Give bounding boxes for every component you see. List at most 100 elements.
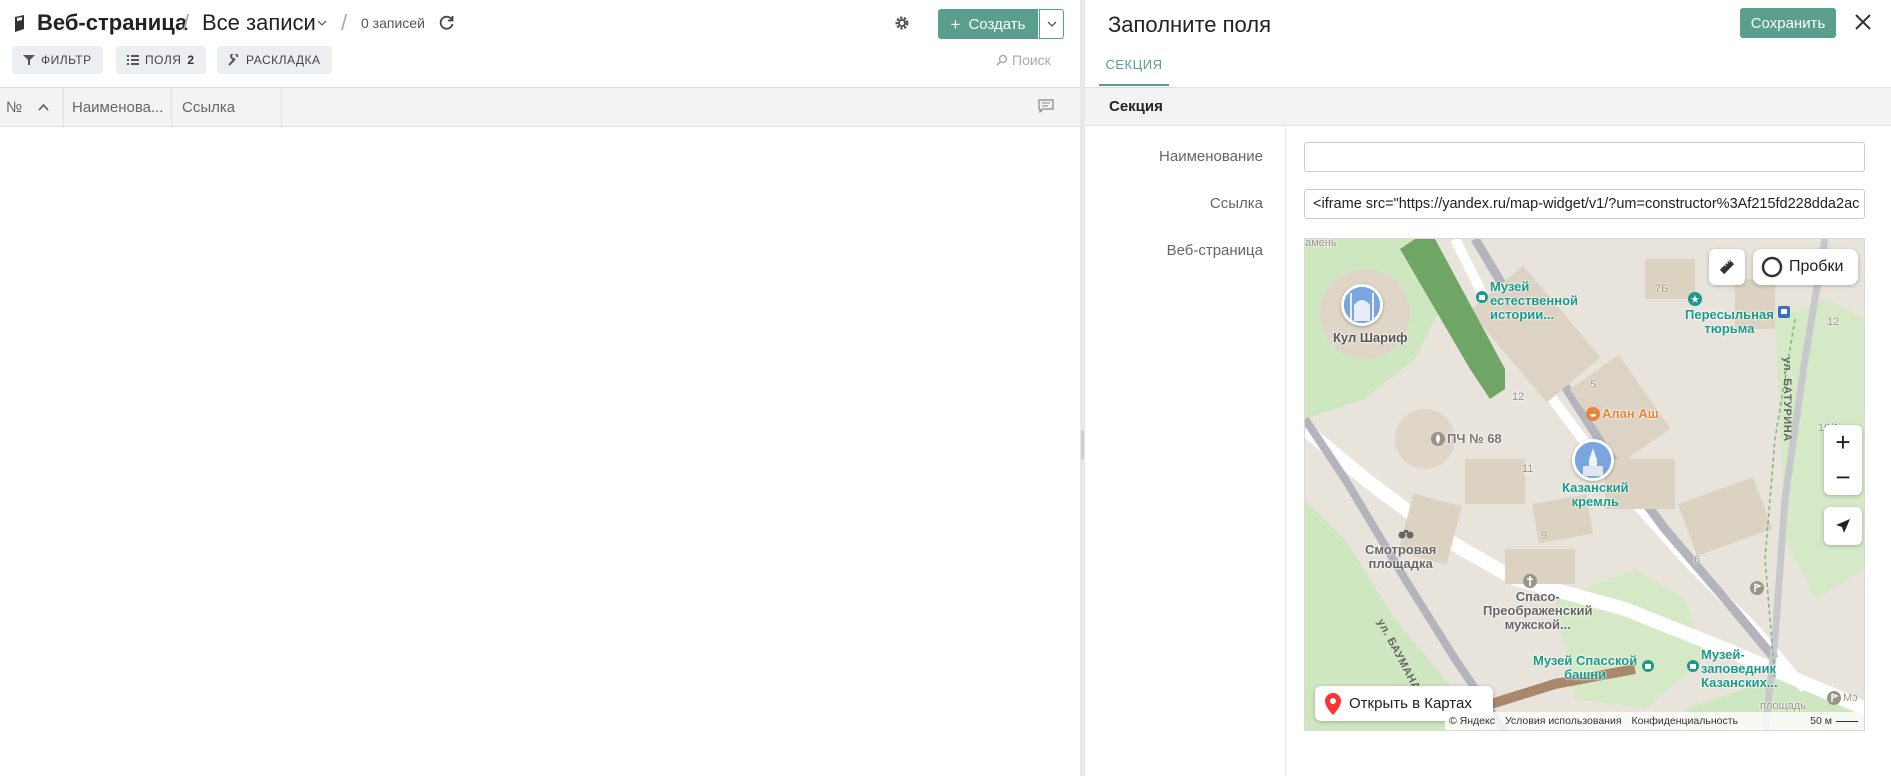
kazan-kremlin-label: Казанский кремль <box>1562 481 1629 509</box>
fields-button[interactable]: ПОЛЯ 2 <box>116 46 206 74</box>
building-number: 5 <box>1590 379 1597 391</box>
sort-ascending-icon[interactable] <box>38 103 49 111</box>
kul-sharif-marker[interactable] <box>1341 284 1383 326</box>
ruler-icon <box>1719 259 1735 275</box>
fire-station-icon <box>1431 432 1445 446</box>
map-pin-icon <box>1325 692 1341 715</box>
search-placeholder: Поиск <box>1012 52 1051 68</box>
street-baturina-label: ул. БАТУРИНА <box>1781 357 1793 442</box>
plus-icon: + <box>950 14 961 34</box>
building-number: 6 <box>1694 554 1701 566</box>
building-number: 12 <box>1827 316 1840 328</box>
save-button[interactable]: Сохранить <box>1740 8 1836 38</box>
wrench-icon <box>228 54 239 66</box>
column-name[interactable]: Наименова... <box>72 88 163 126</box>
open-in-maps-label: Открыть в Картах <box>1349 695 1472 712</box>
search-input[interactable]: Поиск <box>996 52 1051 68</box>
privacy-link[interactable]: Конфиденциальность <box>1632 715 1739 727</box>
close-icon[interactable] <box>1851 10 1875 34</box>
flag-icon <box>1827 691 1841 705</box>
observation-deck-line: площадка <box>1368 556 1433 571</box>
bus-stop-icon <box>1778 306 1790 318</box>
filter-icon <box>23 55 35 65</box>
record-form-pane: Заполните поля Сохранить СЕКЦИЯ Секция Н… <box>1085 0 1891 776</box>
alan-ash-label: Алан Аш <box>1602 406 1659 421</box>
museum-nat-history-line: естественной <box>1490 293 1578 308</box>
column-divider[interactable] <box>171 88 172 126</box>
comment-icon[interactable] <box>1038 99 1054 113</box>
yandex-copyright[interactable]: © Яндекс <box>1449 715 1495 727</box>
link-input[interactable]: <iframe src="https://yandex.ru/map-widge… <box>1304 189 1865 219</box>
tab-section[interactable]: СЕКЦИЯ <box>1099 44 1169 86</box>
map-label-square: площадь <box>1760 700 1806 712</box>
observation-deck-label: Смотровая площадка <box>1365 543 1436 571</box>
kazan-kremlin-label-line: Казанский <box>1562 480 1629 495</box>
traffic-icon <box>1761 256 1783 278</box>
kremlin-icon <box>1575 442 1611 478</box>
search-icon <box>996 54 1008 66</box>
spasskaya-tower-line: Музей Спасской <box>1533 653 1638 668</box>
building-number: 12 <box>1512 391 1525 403</box>
museum-icon <box>1687 660 1699 672</box>
create-button-label: Создать <box>968 15 1026 33</box>
terms-link[interactable]: Условия использования <box>1505 715 1622 727</box>
table-header: № Наименова... Ссылка <box>0 87 1080 127</box>
column-divider[interactable] <box>63 88 64 126</box>
kazan-kremlin-label-line: кремль <box>1571 494 1619 509</box>
layout-button[interactable]: РАСКЛАДКА <box>217 46 332 74</box>
create-dropdown-button[interactable] <box>1039 9 1064 39</box>
map-footer: © Яндекс Условия использования Конфиденц… <box>1445 712 1864 730</box>
ruler-button[interactable] <box>1709 249 1745 285</box>
museum-icon <box>1642 660 1654 672</box>
museum-icon <box>1476 291 1488 303</box>
traffic-toggle[interactable]: Пробки <box>1753 249 1858 285</box>
map-widget[interactable]: амень Кул Шариф Музей естественной истор… <box>1304 238 1865 731</box>
chevron-down-icon[interactable] <box>317 18 327 28</box>
flag-icon <box>1750 581 1764 595</box>
create-button[interactable]: + Создать <box>938 9 1038 39</box>
pch68-label: ПЧ № 68 <box>1447 431 1502 446</box>
spasskaya-tower-line: башни <box>1564 667 1607 682</box>
view-selector[interactable]: Все записи <box>202 10 316 36</box>
church-icon <box>1523 574 1537 588</box>
prison-label: Пересыльная тюрьма <box>1685 308 1774 336</box>
section-header: Секция <box>1085 88 1891 126</box>
webpage-field-label: Веб-страница <box>1166 242 1263 259</box>
column-link[interactable]: Ссылка <box>182 88 235 126</box>
building-number: 7Б <box>1655 283 1669 295</box>
map-label-me: Мэ <box>1843 692 1858 704</box>
layout-label: РАСКЛАДКА <box>246 53 321 67</box>
column-divider[interactable] <box>281 88 282 126</box>
monastery-label-line: Спасо- <box>1515 589 1560 604</box>
museum-reserve-line: Музей- <box>1701 647 1745 662</box>
monastery-label-line: Преображенский <box>1483 603 1593 618</box>
splitter-grip[interactable] <box>1081 430 1084 460</box>
museum-nat-history-line: истории... <box>1490 307 1555 322</box>
zoom-out-button[interactable]: − <box>1824 460 1862 495</box>
kazan-kremlin-marker[interactable] <box>1572 439 1614 481</box>
form-title: Заполните поля <box>1108 12 1272 37</box>
map-label-kamen: амень <box>1305 238 1337 249</box>
gear-icon[interactable] <box>893 14 911 32</box>
chevron-down-icon <box>1047 21 1056 27</box>
restaurant-icon <box>1586 407 1600 421</box>
filter-button[interactable]: ФИЛЬТР <box>12 46 103 74</box>
list-icon <box>127 55 139 65</box>
name-input[interactable] <box>1304 142 1865 172</box>
binoculars-icon <box>1398 530 1414 539</box>
column-number[interactable]: № <box>6 88 22 126</box>
zoom-in-button[interactable]: + <box>1824 425 1862 460</box>
museum-reserve-label: Музей- заповедник Казанских... <box>1701 648 1778 690</box>
zoom-control: + − <box>1824 425 1862 495</box>
link-field-label: Ссылка <box>1209 195 1263 212</box>
database-icon <box>15 15 24 32</box>
spasskaya-tower-label: Музей Спасской башни <box>1533 654 1637 682</box>
prison-label-line: Пересыльная <box>1685 307 1774 322</box>
refresh-icon[interactable] <box>438 14 455 31</box>
museum-nat-history-line: Музей <box>1490 279 1530 294</box>
fields-label: ПОЛЯ <box>145 53 182 67</box>
mosque-icon <box>1344 287 1380 323</box>
app-root: Веб-страница / Все записи / 0 записей + … <box>0 0 1891 776</box>
geolocation-button[interactable] <box>1824 507 1862 545</box>
monastery-label-line: мужской... <box>1504 617 1571 632</box>
